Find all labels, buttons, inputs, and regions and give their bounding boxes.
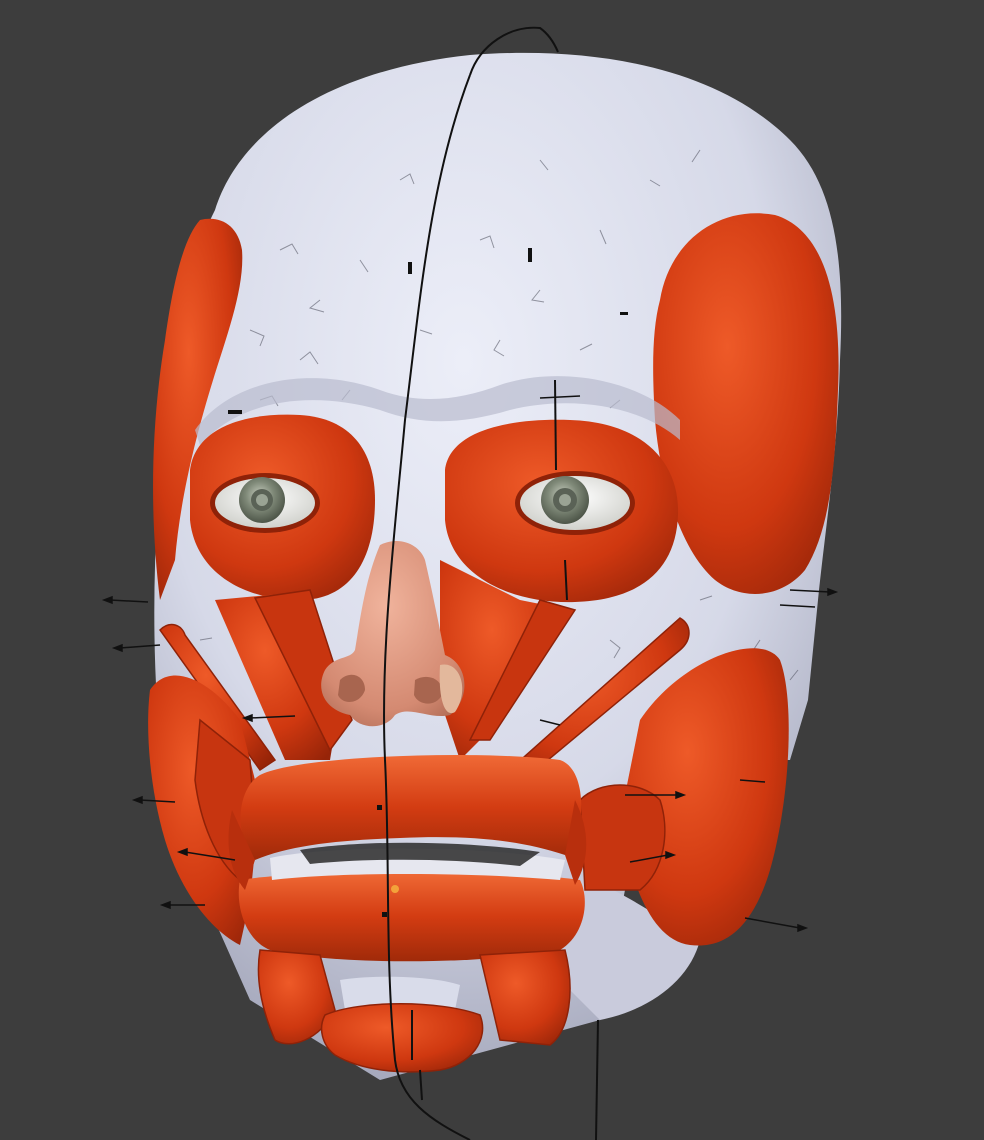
lower-lip-muscle	[238, 871, 585, 962]
origin-marker	[391, 885, 399, 893]
buccinator-right	[579, 784, 666, 891]
eye-right	[515, 471, 635, 535]
mentalis-muscle	[320, 1003, 484, 1073]
skull-render	[101, 26, 842, 1140]
eye-left	[210, 473, 320, 533]
3d-viewport[interactable]	[0, 0, 984, 1140]
